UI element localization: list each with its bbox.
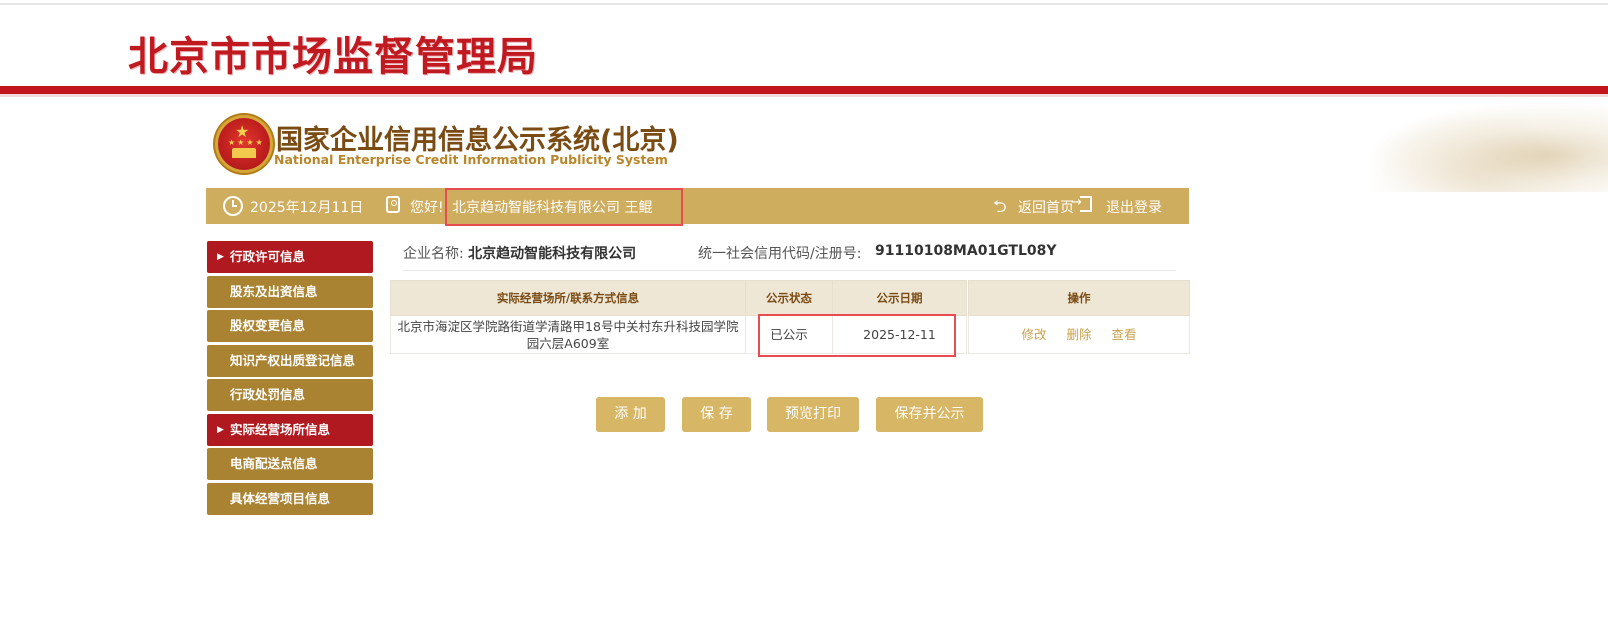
clock-icon xyxy=(223,196,243,216)
sidebar-item-label: 行政许可信息 xyxy=(230,249,306,264)
logout-icon[interactable] xyxy=(1071,195,1092,212)
company-name-value: 北京趋动智能科技有限公司 xyxy=(468,246,637,262)
column-header-status: 公示状态 xyxy=(745,280,833,316)
header-band-shadow xyxy=(0,94,1608,97)
sidebar-item-equity-change[interactable]: 股权变更信息 xyxy=(207,310,373,342)
sidebar-item-label: 知识产权出质登记信息 xyxy=(230,352,356,368)
sidebar-item-shareholders[interactable]: 股东及出资信息 xyxy=(207,275,373,308)
sidebar-item-label: 具体经营项目信息 xyxy=(230,490,331,506)
sidebar-item-label: 股权变更信息 xyxy=(230,318,306,333)
delete-link[interactable]: 删除 xyxy=(1066,327,1091,342)
save-publish-button[interactable]: 保存并公示 xyxy=(876,397,983,432)
preview-print-button[interactable]: 预览打印 xyxy=(767,397,859,432)
agency-title: 北京市市场监督管理局 xyxy=(128,34,538,80)
top-border-line xyxy=(0,3,1608,5)
sidebar-item-business-premises[interactable]: ▶ 实际经营场所信息 xyxy=(207,413,373,446)
cell-actions: 修改 删除 查看 xyxy=(968,315,1190,354)
sidebar-item-ecommerce-delivery[interactable]: 电商配送点信息 xyxy=(207,448,373,480)
company-info-row: 企业名称: 北京趋动智能科技有限公司 统一社会信用代码/注册号: 9111010… xyxy=(403,243,1057,263)
sidebar-nav: ▶ 行政许可信息 股东及出资信息 股权变更信息 知识产权出质登记信息 行政处罚信… xyxy=(207,241,373,517)
column-header-actions: 操作 xyxy=(968,280,1190,316)
column-header-address: 实际经营场所/联系方式信息 xyxy=(390,280,746,316)
credit-code-value: 91110108MA01GTL08Y xyxy=(875,243,1057,259)
system-subtitle: National Enterprise Credit Information P… xyxy=(274,152,668,167)
edit-link[interactable]: 修改 xyxy=(1021,327,1046,342)
home-link[interactable]: 返回首页 xyxy=(1018,197,1074,217)
info-divider xyxy=(403,270,1176,271)
table-header-row: 实际经营场所/联系方式信息 公示状态 公示日期 操作 xyxy=(390,280,1190,316)
save-button[interactable]: 保 存 xyxy=(682,397,751,432)
sidebar-item-label: 电商配送点信息 xyxy=(230,456,318,471)
sidebar-item-business-projects[interactable]: 具体经营项目信息 xyxy=(207,482,373,515)
greeting-text: 您好! xyxy=(410,200,444,216)
user-highlight-box xyxy=(445,188,683,226)
caret-right-icon: ▶ xyxy=(217,252,224,262)
great-wall-decoration xyxy=(1368,100,1608,192)
view-link[interactable]: 查看 xyxy=(1111,327,1136,342)
company-name-label: 企业名称: xyxy=(403,246,464,262)
credit-code-label: 统一社会信用代码/注册号: xyxy=(698,246,862,262)
national-emblem-icon: ★ ★★★★ xyxy=(218,118,270,170)
cell-address: 北京市海淀区学院路街道学清路甲18号中关村东升科技园学院园六层A609室 xyxy=(390,315,746,354)
header-red-band xyxy=(0,86,1608,94)
back-arrow-icon[interactable]: ⮌ xyxy=(993,194,1007,223)
current-date: 2025年12月11日 xyxy=(250,200,364,216)
status-highlight-box xyxy=(758,314,956,357)
column-header-date: 公示日期 xyxy=(832,280,967,316)
caret-right-icon: ▶ xyxy=(217,424,224,435)
user-info-bar: 2025年12月11日 您好! 北京趋动智能科技有限公司 王鲲 ⮌ 返回首页 退… xyxy=(206,188,1189,224)
logout-link[interactable]: 退出登录 xyxy=(1106,197,1162,217)
sidebar-item-label: 实际经营场所信息 xyxy=(230,421,331,437)
sidebar-item-label: 行政处罚信息 xyxy=(230,387,306,402)
sidebar-item-label: 股东及出资信息 xyxy=(230,283,318,299)
sidebar-item-admin-license[interactable]: ▶ 行政许可信息 xyxy=(207,241,373,273)
add-button[interactable]: 添 加 xyxy=(596,397,665,432)
sidebar-item-admin-penalty[interactable]: 行政处罚信息 xyxy=(207,379,373,411)
user-card-icon xyxy=(386,196,400,213)
sidebar-item-ip-pledge[interactable]: 知识产权出质登记信息 xyxy=(207,344,373,377)
